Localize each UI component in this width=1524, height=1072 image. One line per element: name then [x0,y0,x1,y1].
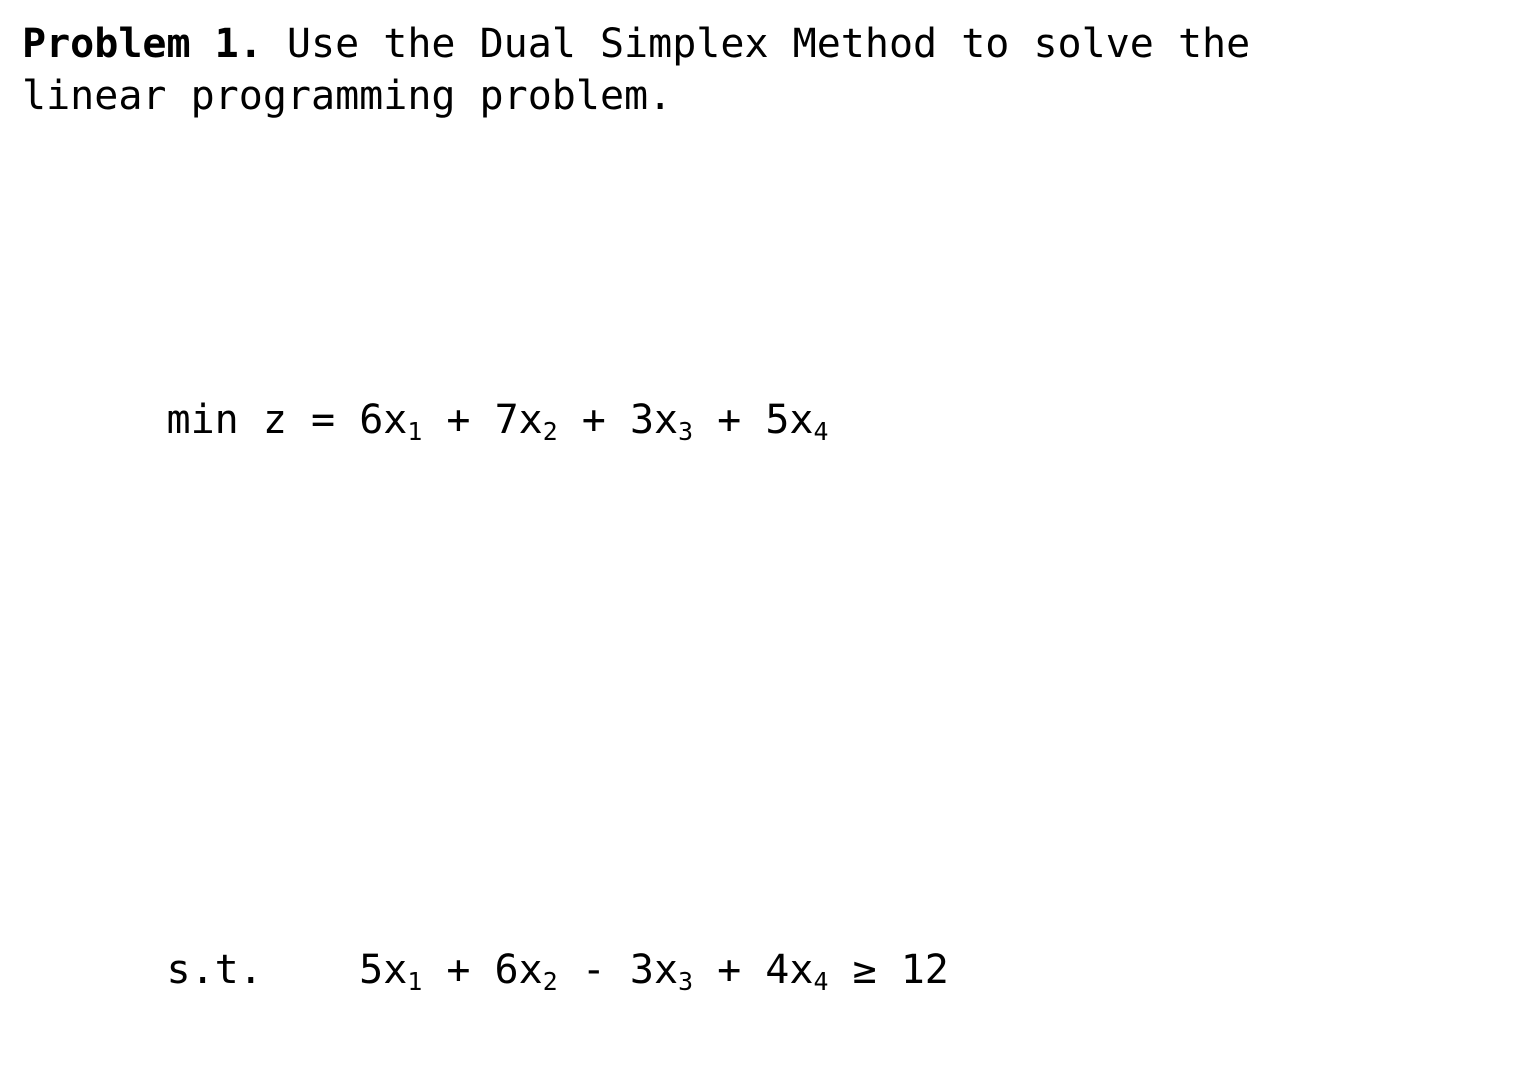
constraint-1-term-1-variable: x [383,947,408,993]
objective-variable: z [262,397,287,443]
objective-term-1-subscript: 1 [407,416,423,446]
problem-statement-line-2: linear programming problem. [22,73,673,119]
constraint-1-term-3-coefficient: 3 [629,947,654,993]
constraint-1-term-4-coefficient: 4 [765,947,790,993]
problem-label: Problem 1. [22,21,263,67]
objective-equals: = [286,397,360,443]
constraint-1-term-1-coefficient: 5 [359,947,384,993]
objective-term-2-coefficient: 7 [494,397,519,443]
objective-function-row: min z = 6x1 + 7x2 + 3x3 + 5x4 [22,392,958,448]
constraint-1-term-3-sign: - [557,947,630,993]
model-spacer [22,672,958,718]
constraint-1-term-4-subscript: 4 [813,966,829,996]
constraint-1-term-2-coefficient: 6 [494,947,519,993]
objective-term-3-subscript: 3 [678,416,694,446]
constraint-1-gap-2 [877,947,901,993]
objective-term-4-coefficient: 5 [765,397,790,443]
constraint-1-gap [828,947,852,993]
constraint-1-lead: s.t. [22,947,360,993]
constraint-1-term-2-subscript: 2 [542,966,558,996]
objective-term-3-coefficient: 3 [629,397,655,443]
document-page: Problem 1. Use the Dual Simplex Method t… [0,0,1524,994]
constraint-1-term-4-variable: x [789,947,814,993]
objective-term-3-variable: x [654,397,679,443]
constraint-1-term-3-subscript: 3 [678,966,694,996]
objective-space [239,397,263,443]
constraint-1-term-1-subscript: 1 [407,966,423,996]
objective-term-4-sign: + [693,397,766,443]
objective-term-2-sign: + [422,397,495,443]
problem-statement: Problem 1. Use the Dual Simplex Method t… [22,18,1250,122]
constraint-1-relation: ≥ [852,947,877,993]
objective-indent [22,397,167,443]
problem-statement-line-1: Use the Dual Simplex Method to solve the [262,21,1251,67]
objective-term-2-subscript: 2 [542,416,558,446]
constraint-1-term-4-sign: + [693,947,766,993]
objective-keyword: min [166,397,239,443]
objective-term-4-subscript: 4 [813,416,829,446]
objective-term-2-variable: x [518,397,543,443]
constraint-row-1: s.t. 5x1 + 6x2 - 3x3 + 4x4 ≥ 12 [22,942,958,998]
linear-program-model: min z = 6x1 + 7x2 + 3x3 + 5x4 s.t. 5x1 +… [22,168,958,1072]
objective-term-4-variable: x [789,397,814,443]
constraint-1-term-2-sign: + [422,947,495,993]
objective-term-1-coefficient: 6 [359,397,384,443]
constraint-1-term-3-variable: x [654,947,679,993]
objective-term-3-sign: + [557,397,630,443]
objective-term-1-variable: x [383,397,408,443]
constraint-1-rhs: 12 [900,947,949,993]
constraint-1-term-2-variable: x [518,947,543,993]
